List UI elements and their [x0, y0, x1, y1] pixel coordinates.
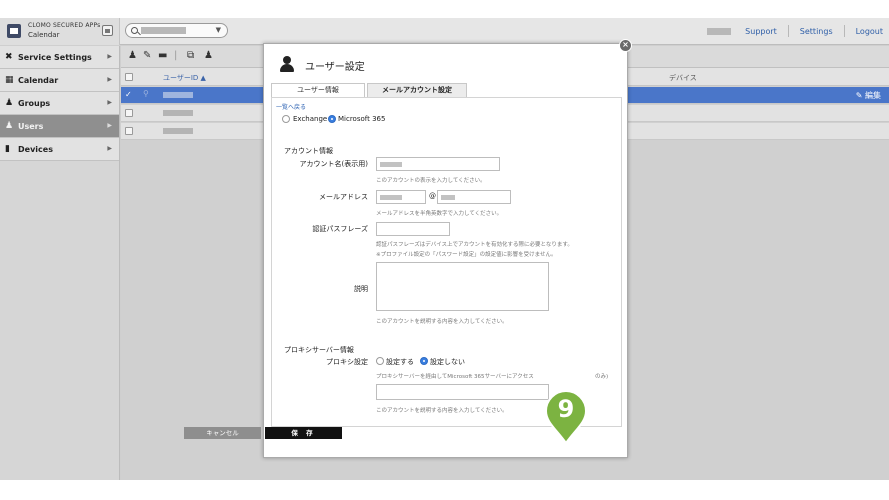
- brand: CLOMO SECURED APPs Calendar: [0, 18, 120, 45]
- add-user-icon[interactable]: ♟: [128, 50, 137, 61]
- radio-exchange[interactable]: [282, 115, 290, 123]
- brand-company: CLOMO SECURED APPs: [28, 22, 101, 29]
- sidebar: ✖ Service Settings ▶ ▦ Calendar ▶ ♟ Grou…: [0, 46, 120, 480]
- divider: [843, 25, 845, 37]
- save-button[interactable]: 保 存: [265, 427, 342, 439]
- wrench-icon: ✖: [5, 52, 13, 62]
- radio-proxy-on[interactable]: [376, 357, 384, 365]
- sidebar-item-users[interactable]: ♟ Users ▶: [0, 115, 119, 138]
- proxy-input-hint: このアカウントを説明する内容を入力してください。: [376, 408, 508, 414]
- description-hint: このアカウントを説明する内容を入力してください。: [376, 319, 508, 325]
- device-icon: ▮: [5, 144, 10, 154]
- passphrase-hint: 認証パスフレーズはデバイス上でアカウントを有効化する際に必要となります。: [376, 242, 573, 248]
- description-label: 説明: [354, 285, 368, 293]
- passphrase-input[interactable]: [376, 222, 450, 236]
- column-header-userid[interactable]: ユーザーID ▲: [163, 73, 206, 83]
- proxy-hint: プロキシサーバーを経由してMicrosoft 365サーバーにアクセス: [376, 374, 534, 380]
- column-header-device: デバイス: [669, 74, 697, 82]
- checkbox-checked-icon[interactable]: ✓: [125, 90, 132, 99]
- copy-user-icon[interactable]: ⧉: [187, 50, 194, 61]
- account-name-input[interactable]: [376, 157, 500, 171]
- section-account-info: アカウント情報: [284, 147, 333, 155]
- brand-app-name: Calendar: [28, 31, 60, 39]
- sidebar-item-label: Calendar: [18, 75, 59, 85]
- top-nav: Support Settings Logout: [707, 25, 883, 37]
- calendar-icon: ▦: [5, 75, 14, 85]
- userid-redacted: [163, 110, 193, 116]
- app-frame: CLOMO SECURED APPs Calendar ▼ Support Se…: [0, 18, 889, 480]
- divider: |: [174, 50, 178, 61]
- proxy-setting-label: プロキシ設定: [326, 358, 368, 366]
- radio-microsoft365[interactable]: [328, 115, 336, 123]
- passphrase-hint-note: ※プロファイル設定の「パスワード設定」の設定値に影響を受けません。: [376, 252, 557, 258]
- email-at-sign: @: [429, 192, 436, 200]
- proxy-hint-tail: のみ): [595, 374, 609, 380]
- select-all-checkbox[interactable]: [125, 73, 133, 81]
- back-to-list-link[interactable]: 一覧へ戻る: [276, 102, 306, 111]
- radio-proxy-on-label: 設定する: [386, 358, 414, 366]
- settings-link[interactable]: Settings: [800, 27, 833, 36]
- radio-microsoft365-label: Microsoft 365: [338, 115, 386, 123]
- search-input[interactable]: ▼: [125, 23, 228, 38]
- chevron-right-icon: ▶: [107, 145, 112, 152]
- logout-link[interactable]: Logout: [856, 27, 883, 36]
- callout-number: 9: [557, 395, 575, 423]
- link-icon: ⚲: [143, 89, 149, 98]
- radio-proxy-off[interactable]: [420, 357, 428, 365]
- step-callout: 9: [544, 389, 588, 445]
- description-textarea[interactable]: [376, 262, 549, 311]
- modal-title: ユーザー設定: [305, 62, 365, 73]
- passphrase-label: 認証パスフレーズ: [312, 225, 368, 233]
- tab-bar: ユーザー情報 メールアカウント設定: [271, 83, 621, 97]
- user-icon: [280, 56, 294, 72]
- search-value-redacted: [141, 27, 186, 34]
- account-name-label: アカウント名(表示用): [299, 160, 368, 168]
- sidebar-item-calendar[interactable]: ▦ Calendar ▶: [0, 69, 119, 92]
- proxy-input[interactable]: [376, 384, 549, 400]
- chevron-right-icon: ▶: [107, 99, 112, 106]
- radio-exchange-label: Exchange: [293, 115, 328, 123]
- row-checkbox[interactable]: [125, 109, 133, 117]
- top-bar: CLOMO SECURED APPs Calendar ▼ Support Se…: [0, 18, 889, 45]
- radio-proxy-off-label: 設定しない: [430, 358, 465, 366]
- edit-button[interactable]: ✎ 編集: [856, 90, 881, 101]
- groups-icon: ♟: [5, 98, 14, 108]
- tab-user-info[interactable]: ユーザー情報: [271, 83, 365, 97]
- sidebar-item-service-settings[interactable]: ✖ Service Settings ▶: [0, 46, 119, 69]
- divider: [787, 25, 789, 37]
- import-user-icon[interactable]: ♟: [204, 50, 213, 61]
- email-domain-input[interactable]: [437, 190, 511, 204]
- sidebar-item-devices[interactable]: ▮ Devices ▶: [0, 138, 119, 161]
- sidebar-item-label: Groups: [18, 98, 51, 108]
- userid-redacted: [163, 128, 193, 134]
- trash-icon[interactable]: ▬: [158, 50, 167, 61]
- cancel-button[interactable]: キャンセル: [184, 427, 261, 439]
- close-icon[interactable]: ×: [619, 39, 632, 52]
- chevron-right-icon: ▶: [107, 76, 112, 83]
- email-hint: メールアドレスを半角英数字で入力してください。: [376, 211, 503, 217]
- section-proxy-info: プロキシサーバー情報: [284, 346, 354, 354]
- app-logo-icon: [7, 24, 21, 38]
- userid-redacted: [163, 92, 193, 98]
- email-local-input[interactable]: [376, 190, 426, 204]
- calendar-icon[interactable]: [102, 25, 113, 36]
- row-checkbox[interactable]: [125, 127, 133, 135]
- chevron-right-icon: ▶: [107, 53, 112, 60]
- search-icon: [131, 27, 138, 34]
- sidebar-item-label: Service Settings: [18, 52, 92, 62]
- chevron-right-icon: ▶: [107, 122, 112, 129]
- sidebar-item-groups[interactable]: ♟ Groups ▶: [0, 92, 119, 115]
- chevron-down-icon[interactable]: ▼: [216, 26, 221, 34]
- email-label: メールアドレス: [319, 193, 368, 201]
- account-name-hint: このアカウントの表示を入力してください。: [376, 178, 486, 184]
- edit-icon[interactable]: ✎: [143, 50, 151, 61]
- sidebar-item-label: Users: [18, 121, 44, 131]
- user-name-redacted: [707, 27, 732, 35]
- tab-mail-account[interactable]: メールアカウント設定: [367, 83, 467, 97]
- sidebar-item-label: Devices: [18, 144, 53, 154]
- support-link[interactable]: Support: [745, 27, 777, 36]
- user-icon: ♟: [5, 121, 14, 131]
